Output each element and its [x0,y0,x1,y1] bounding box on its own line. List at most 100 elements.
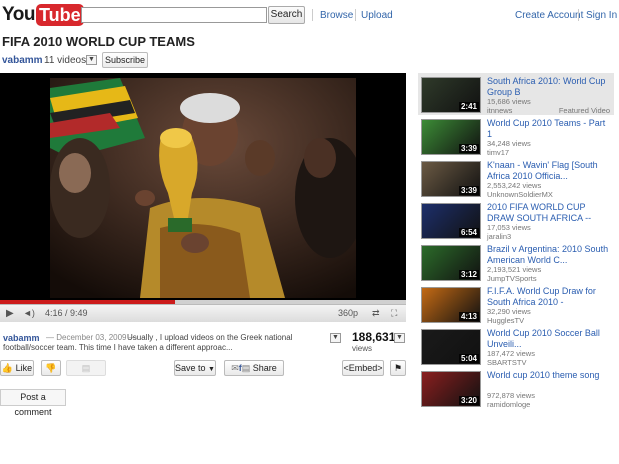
create-account-link[interactable]: Create Account [515,10,583,21]
play-icon[interactable]: ▶ [6,308,14,319]
related-video-item[interactable]: 3:20 World cup 2010 theme song 972,878 vie… [418,367,614,409]
video-duration: 2:41 [458,102,479,111]
uploader-link[interactable]: vabamm [3,333,40,343]
related-video-author[interactable]: JumpTVSports [487,274,537,283]
related-video-item[interactable]: 3:39 K'naan - Wavin' Flag [South Africa 2… [418,157,614,199]
view-count-label: views [352,344,373,353]
sign-in-link[interactable]: Sign In [586,10,617,21]
related-video-author[interactable]: SBARTSTV [487,358,526,367]
related-video-item[interactable]: 3:12 Brazil v Argentina: 2010 South Ameri… [418,241,614,283]
email-icon: ✉ [231,363,239,373]
bars-icon: ▤ [81,363,91,373]
related-video-author[interactable]: ramidomloge [487,400,530,409]
related-video-views: 972,878 views [487,391,535,400]
subscribe-button[interactable]: Subscribe [102,52,148,68]
related-video-item[interactable]: 2:41 South Africa 2010: World Cup Group B… [418,73,614,115]
related-video-author[interactable]: UnknownSoldierMX [487,190,553,199]
time-display: 4:16 / 9:49 [45,308,88,318]
upload-date: — December 03, 2009 — [46,333,137,342]
expand-description-icon[interactable]: ▼ [330,333,341,343]
thumbs-down-icon: 👎 [45,363,57,373]
related-video-views: 34,248 views [487,139,531,148]
popout-icon[interactable]: ⇄ [372,308,380,319]
related-video-item[interactable]: 6:54 2010 FIFA WORLD CUP DRAW SOUTH AFRIC… [418,199,614,241]
video-thumbnail[interactable]: 6:54 [421,203,481,239]
related-video-item[interactable]: 4:13 F.I.F.A. World Cup Draw for South Af… [418,283,614,325]
share-button[interactable]: ✉f▤ Share [224,360,284,376]
related-video-title[interactable]: World Cup 2010 Soccer Ball Unveili... [487,328,611,350]
related-video-title[interactable]: Brazil v Argentina: 2010 South American … [487,244,611,266]
video-player[interactable] [0,73,406,322]
post-comment-button[interactable]: Post a comment [0,389,66,417]
video-thumbnail[interactable]: 5:04 [421,329,481,365]
related-video-views: 32,290 views [487,307,531,316]
divider [578,9,579,21]
like-label: Like [15,363,33,373]
related-video-title[interactable]: K'naan - Wavin' Flag [South Africa 2010 … [487,160,611,182]
channel-name-link[interactable]: vabamm [2,55,43,66]
search-input[interactable] [81,7,267,23]
video-duration: 3:39 [458,144,479,153]
embed-button[interactable]: <Embed> [342,360,384,376]
fullscreen-icon[interactable]: ⛶ [391,308,397,319]
share-label: Share [252,363,277,373]
video-thumbnail[interactable]: 3:39 [421,161,481,197]
featured-video-label: Featured Video [558,106,610,115]
twitter-icon: ▤ [241,363,251,373]
video-duration: 3:39 [458,186,479,195]
search-button[interactable]: Search [268,6,305,24]
add-to-button[interactable]: ▤ [66,360,106,376]
page-title: FIFA 2010 WORLD CUP TEAMS [2,34,195,49]
related-video-title[interactable]: 2010 FIFA WORLD CUP DRAW SOUTH AFRICA -- [487,202,611,224]
related-video-title[interactable]: World cup 2010 theme song [487,370,611,381]
player-controls: ▶ ◄) 4:16 / 9:49 360p ⇄ ⛶ [0,304,406,322]
description-line-2: football/soccer team. This time I have t… [3,343,233,352]
divider [355,9,356,21]
related-video-views: 2,553,242 views [487,181,542,190]
video-thumbnail[interactable]: 3:12 [421,245,481,281]
related-video-views: 187,472 views [487,349,535,358]
video-thumbnail[interactable]: 3:20 [421,371,481,407]
chevron-down-icon: ▼ [208,366,215,373]
video-thumbnail[interactable]: 3:39 [421,119,481,155]
related-video-title[interactable]: World Cup 2010 Teams - Part 1 [487,118,611,140]
upload-link[interactable]: Upload [361,10,393,21]
logo-you-text: You [2,4,35,25]
related-video-author[interactable]: jaralin3 [487,232,511,241]
video-thumbnail[interactable]: 4:13 [421,287,481,323]
video-duration: 4:13 [458,312,479,321]
video-frame[interactable] [50,78,356,298]
description-line-1: Usually , I upload videos on the Greek n… [127,333,293,342]
related-video-author[interactable]: timv17 [487,148,509,157]
video-duration: 5:04 [458,354,479,363]
related-video-views: 2,193,521 views [487,265,542,274]
video-count: 11 videos [44,55,87,66]
related-video-author[interactable]: itnnews [487,106,512,115]
related-video-views: 15,686 views [487,97,531,106]
quality-selector[interactable]: 360p [338,308,358,318]
video-thumbnail[interactable]: 2:41 [421,77,481,113]
logo-tube-text: Tube [35,4,84,26]
dislike-button[interactable]: 👎 [41,360,61,376]
thumbs-up-icon: 👍 [1,363,14,373]
stats-dropdown-icon[interactable]: ▼ [394,333,405,343]
related-video-item[interactable]: 3:39 World Cup 2010 Teams - Part 1 34,248 … [418,115,614,157]
youtube-logo[interactable]: You Tube [2,2,84,28]
video-duration: 6:54 [458,228,479,237]
related-video-title[interactable]: F.I.F.A. World Cup Draw for South Africa… [487,286,611,308]
flag-icon[interactable]: ⚑ [390,360,406,376]
chevron-down-icon[interactable]: ▼ [86,55,97,65]
related-video-views: 17,053 views [487,223,531,232]
view-count: 188,631 [352,330,396,344]
browse-link[interactable]: Browse [320,10,353,21]
save-to-button[interactable]: Save to ▼ [174,360,216,376]
video-still-image [50,78,356,298]
volume-icon[interactable]: ◄) [23,308,35,318]
like-button[interactable]: 👍 Like [0,360,34,376]
divider [312,9,313,21]
related-video-author[interactable]: HugglesTV [487,316,524,325]
video-duration: 3:20 [458,396,479,405]
related-video-item[interactable]: 5:04 World Cup 2010 Soccer Ball Unveili..… [418,325,614,367]
related-video-title[interactable]: South Africa 2010: World Cup Group B [487,76,611,98]
video-duration: 3:12 [458,270,479,279]
